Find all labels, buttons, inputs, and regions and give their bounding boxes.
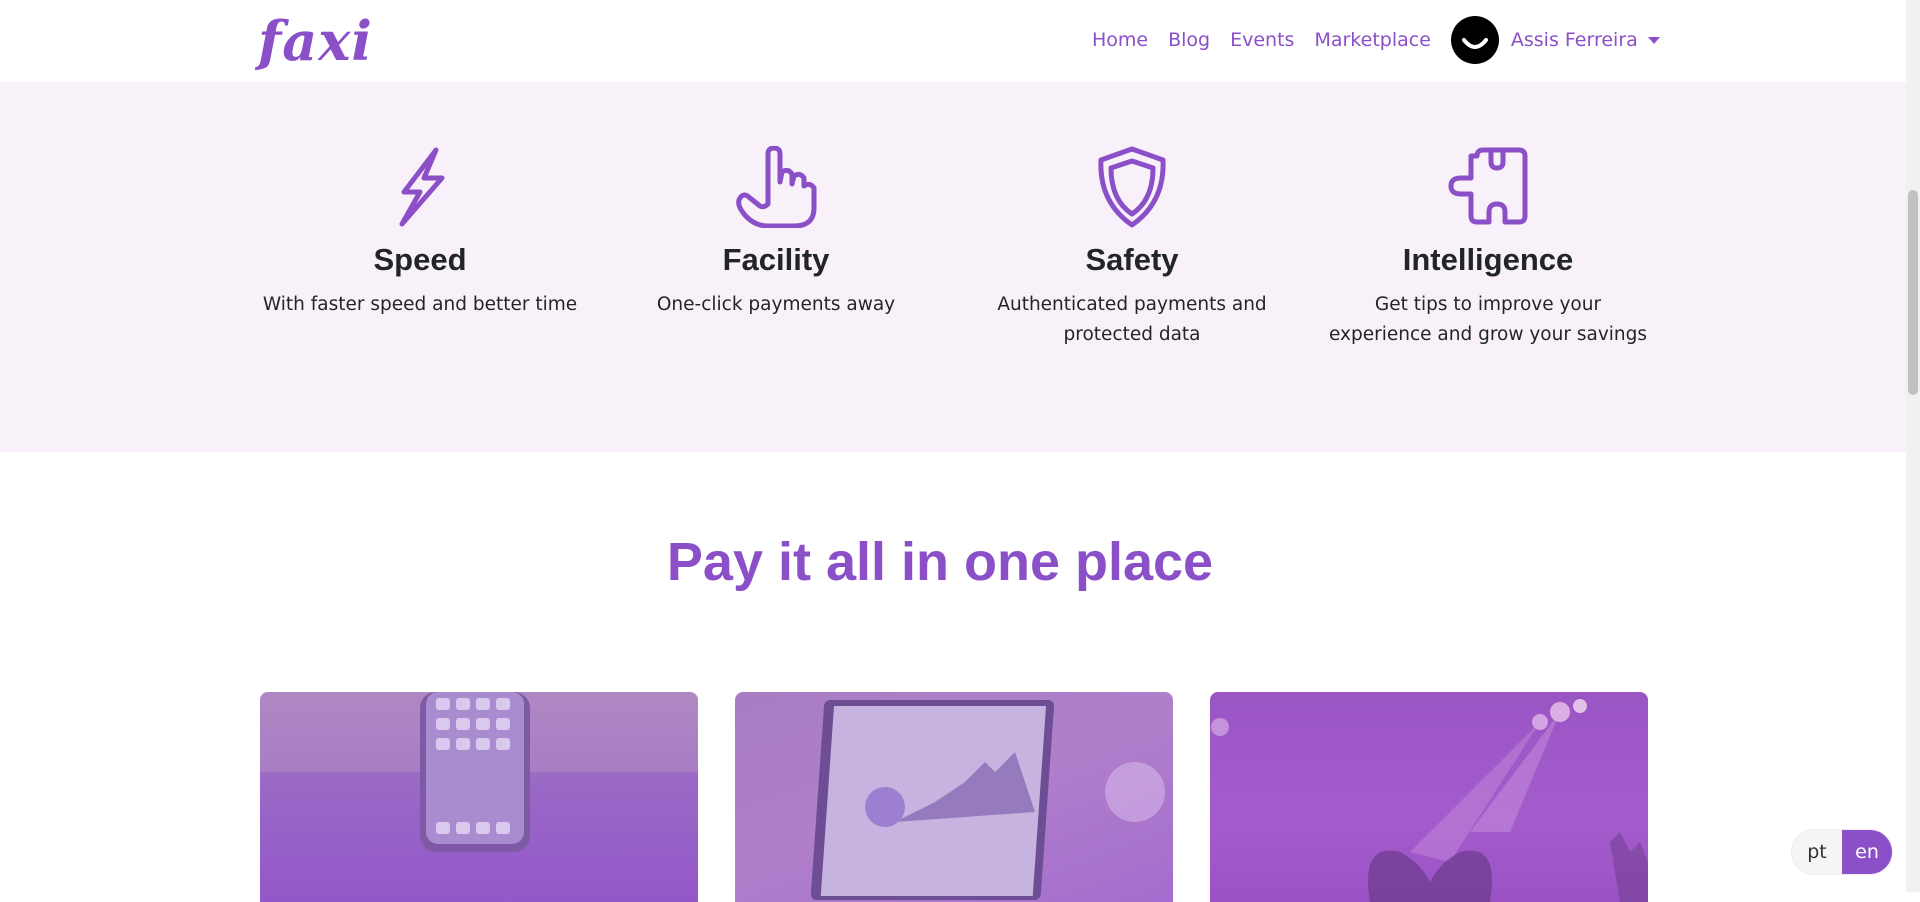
card-phone[interactable]: [260, 692, 698, 902]
feature-desc-line: experience and grow your savings: [1328, 324, 1648, 345]
nav-home[interactable]: Home: [1092, 29, 1148, 51]
features-section: Speed With faster speed and better time …: [0, 82, 1906, 452]
navbar: faxi Home Blog Events Marketplace Assis …: [0, 0, 1906, 82]
pointing-hand-icon: [616, 146, 936, 228]
feature-desc-line: One-click payments away: [656, 294, 896, 315]
avatar: [1450, 16, 1499, 64]
feature-title: Intelligence: [1402, 242, 1574, 277]
chevron-down-icon: [1647, 36, 1660, 44]
feature-description: With faster speed and better time: [260, 290, 580, 320]
feature-desc-line: protected data: [1063, 324, 1201, 345]
phone-image: [260, 692, 698, 852]
lightning-icon: [260, 146, 580, 228]
card-laptop[interactable]: [735, 692, 1173, 902]
user-menu[interactable]: Assis Ferreira: [1450, 16, 1660, 64]
puzzle-icon: [1328, 146, 1648, 228]
feature-speed: Speed With faster speed and better time: [260, 146, 580, 320]
user-name: Assis Ferreira: [1510, 29, 1638, 51]
feature-title: Safety: [1085, 242, 1179, 277]
laptop-chart-image: [810, 700, 1165, 900]
section-title: Pay it all in one place: [666, 532, 1214, 592]
nav-links: Home Blog Events Marketplace Assis Ferre…: [1092, 0, 1660, 80]
feature-description: Authenticated payments and protected dat…: [972, 290, 1292, 350]
card-concert[interactable]: [1210, 692, 1648, 902]
language-switcher: pt en: [1792, 830, 1892, 874]
scrollbar-thumb[interactable]: [1908, 190, 1918, 395]
feature-intelligence: Intelligence Get tips to improve your ex…: [1328, 146, 1648, 350]
language-pt-button[interactable]: pt: [1792, 830, 1842, 874]
feature-desc-line: Authenticated payments and: [997, 294, 1267, 315]
shield-icon: [972, 146, 1292, 228]
feature-description: One-click payments away: [616, 290, 936, 320]
feature-safety: Safety Authenticated payments and protec…: [972, 146, 1292, 350]
nav-blog[interactable]: Blog: [1168, 29, 1210, 51]
feature-description: Get tips to improve your experience and …: [1328, 290, 1648, 350]
feature-facility: Facility One-click payments away: [616, 146, 936, 320]
scrollbar-track[interactable]: [1906, 0, 1920, 892]
feature-desc-line: Get tips to improve your: [1374, 294, 1602, 315]
nav-events[interactable]: Events: [1230, 29, 1294, 51]
feature-title: Facility: [722, 242, 830, 277]
smile-avatar-icon: [1461, 38, 1488, 49]
feature-desc-line: With faster speed and better time: [262, 294, 578, 315]
nav-marketplace[interactable]: Marketplace: [1314, 29, 1430, 51]
language-en-button[interactable]: en: [1842, 830, 1892, 874]
feature-title: Speed: [373, 242, 467, 277]
concert-image: [1211, 699, 1648, 902]
faxi-logo[interactable]: faxi: [258, 6, 373, 76]
